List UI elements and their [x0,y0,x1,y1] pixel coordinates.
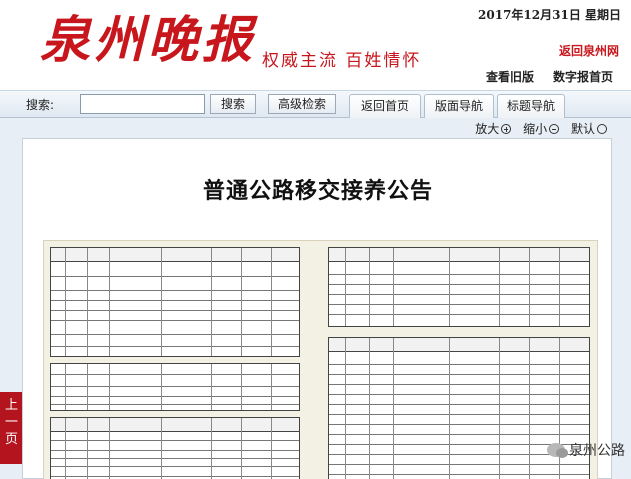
circle-icon [597,124,607,134]
prev-page-label: 上一页 [5,398,19,447]
table-header-graphic [329,248,589,262]
zoom-out-button[interactable]: 缩小 [519,122,560,136]
article-panel: 普通公路移交接养公告 [22,138,612,479]
table-header-graphic [51,248,299,262]
table-header-graphic [329,338,589,352]
site-logo[interactable]: 泉州晚报 [40,10,256,70]
tab-title-nav[interactable]: 标题导航 [497,94,565,119]
watermark-text: 泉州公路 [569,443,625,459]
search-input[interactable] [80,94,205,114]
search-label: 搜索: [26,98,55,112]
zoom-in-button[interactable]: 放大 [471,122,512,136]
masthead: 泉州晚报 权威主流 百姓情怀 2017年12月31日 星期日 返回泉州网 查看旧… [0,0,631,90]
road-table-image [50,417,300,479]
table-header-graphic [51,418,299,432]
prev-page-button[interactable]: 上一页 [0,392,22,464]
slogan: 权威主流 百姓情怀 [262,51,422,71]
plus-icon [501,124,512,134]
digital-home-link[interactable]: 数字报首页 [553,68,613,85]
watermark: 泉州公路 [547,440,625,460]
zoom-default-button[interactable]: 默认 [567,122,607,136]
zoom-in-label: 放大 [475,122,500,136]
road-table-image [50,363,300,411]
search-button[interactable]: 搜索 [210,94,256,114]
back-to-site-link[interactable]: 返回泉州网 [559,42,619,59]
zoom-default-label: 默认 [570,122,595,136]
road-table-image [50,247,300,357]
tab-back-home[interactable]: 返回首页 [349,94,421,119]
zoom-out-label: 缩小 [523,122,548,136]
minus-icon [549,124,560,134]
old-issues-link[interactable]: 查看旧版 [486,68,534,85]
advanced-search-button[interactable]: 高级检索 [268,94,336,114]
issue-date: 2017年12月31日 星期日 [478,8,621,22]
tab-page-nav[interactable]: 版面导航 [424,94,494,119]
article-title: 普通公路移交接养公告 [202,178,433,204]
search-toolbar: 搜索: 搜索 高级检索 返回首页 版面导航 标题导航 [0,90,631,119]
road-table-image [328,247,590,327]
article-image[interactable] [43,240,598,479]
wechat-icon [547,443,568,458]
zoom-controls: 放大 缩小 默认 [467,120,607,137]
